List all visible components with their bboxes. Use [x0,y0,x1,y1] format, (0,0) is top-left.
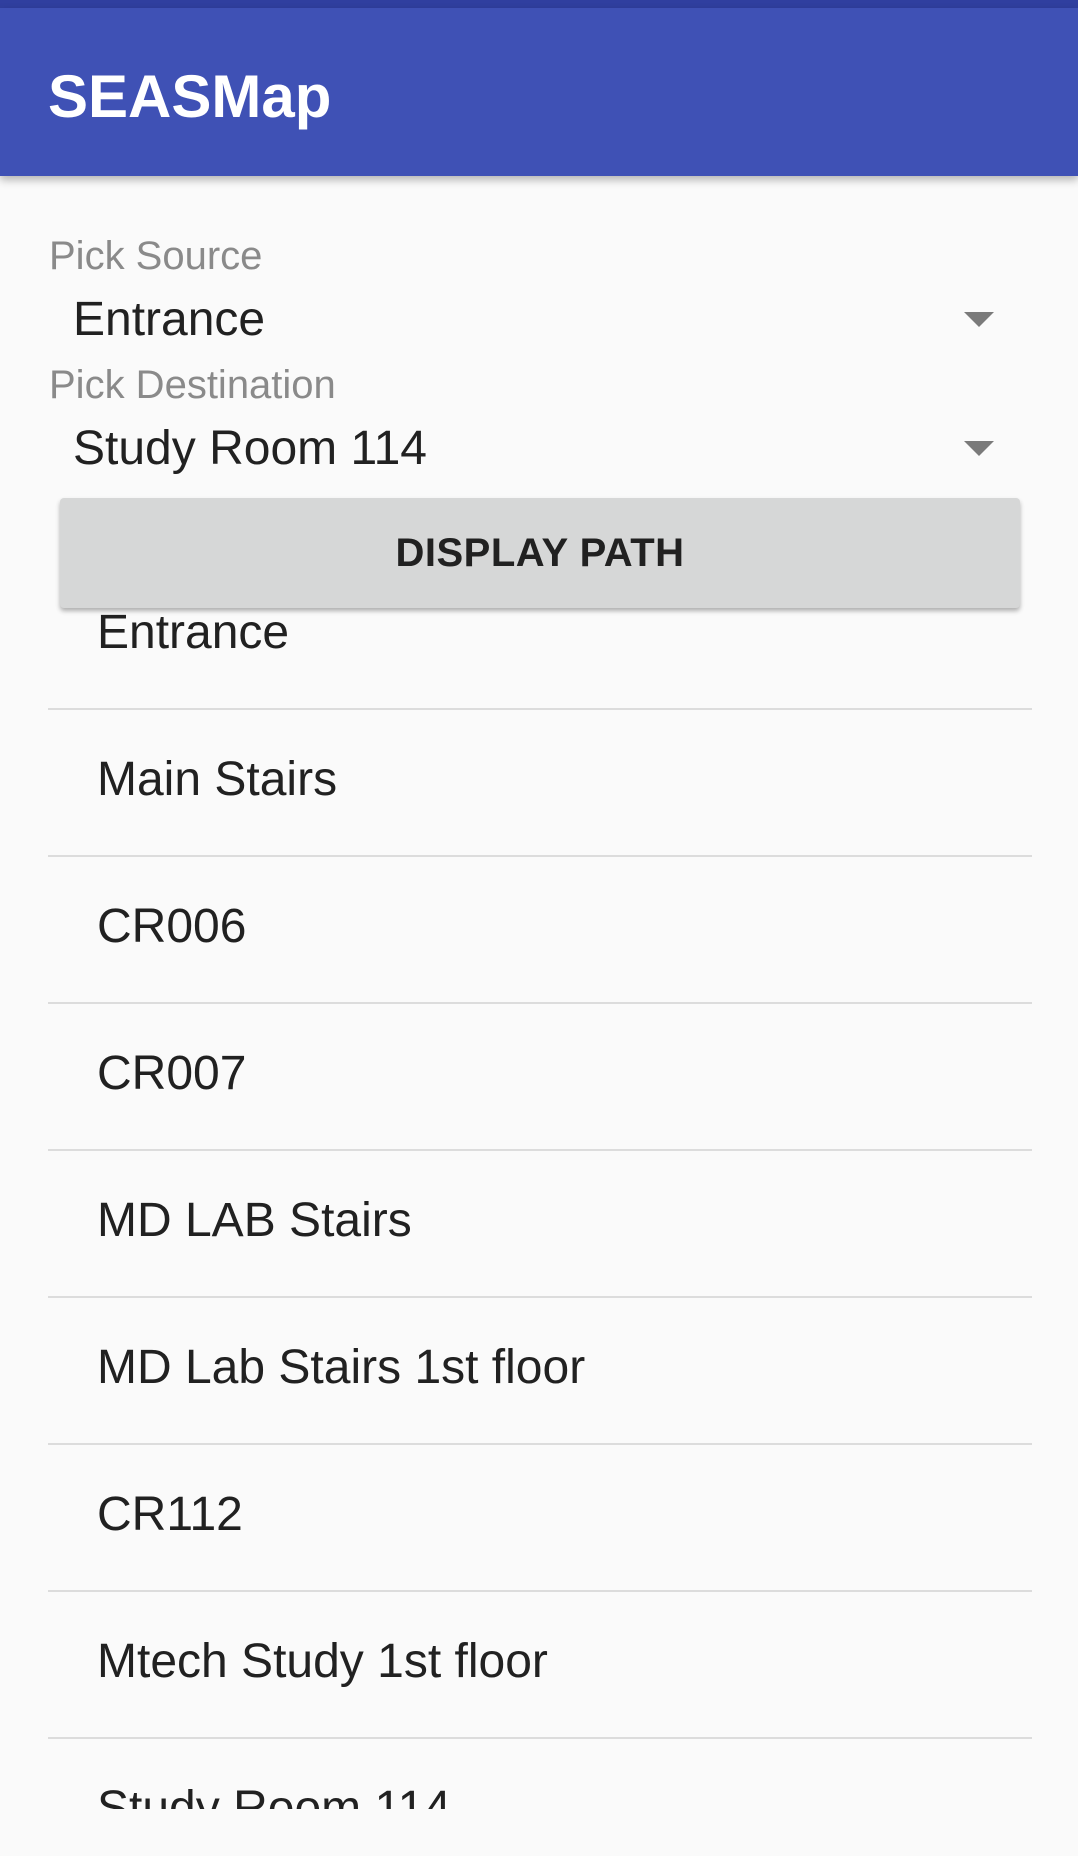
list-item-label: CR007 [97,1047,247,1100]
source-label: Pick Source [49,234,263,278]
list-item-label: MD Lab Stairs 1st floor [97,1341,586,1394]
destination-spinner-value: Study Room 114 [73,422,427,475]
app-title: SEASMap [48,63,332,130]
display-path-button[interactable]: DISPLAY PATH [60,498,1020,608]
list-item[interactable]: CR006 [48,857,1032,1004]
list-item-label: Study Room 114 [97,1782,451,1809]
source-spinner-value: Entrance [73,293,266,346]
app-bar: SEASMap [0,8,1078,176]
list-item-label: MD LAB Stairs [97,1194,412,1247]
status-bar [0,0,1078,8]
list-item[interactable]: CR112 [48,1445,1032,1592]
destination-spinner[interactable]: Study Room 114 [49,409,1029,489]
dropdown-arrow-icon [964,441,994,456]
list-item-label: CR006 [97,900,247,953]
list-item[interactable]: CR007 [48,1004,1032,1151]
list-item[interactable]: Main Stairs [48,710,1032,857]
path-list[interactable]: Entrance Main Stairs CR006 CR007 MD LAB … [48,563,1032,1809]
list-item[interactable]: MD LAB Stairs [48,1151,1032,1298]
list-item[interactable]: Mtech Study 1st floor [48,1592,1032,1739]
list-item-label: Main Stairs [97,753,338,806]
destination-label: Pick Destination [49,363,336,407]
list-item-label: CR112 [97,1488,243,1541]
dropdown-arrow-icon [964,312,994,327]
list-item[interactable]: MD Lab Stairs 1st floor [48,1298,1032,1445]
display-path-button-label: DISPLAY PATH [395,531,685,575]
list-item-label: Mtech Study 1st floor [97,1635,548,1688]
list-item[interactable]: Study Room 114 [48,1739,1032,1809]
list-item-label: Entrance [97,606,290,659]
source-spinner[interactable]: Entrance [49,280,1029,360]
